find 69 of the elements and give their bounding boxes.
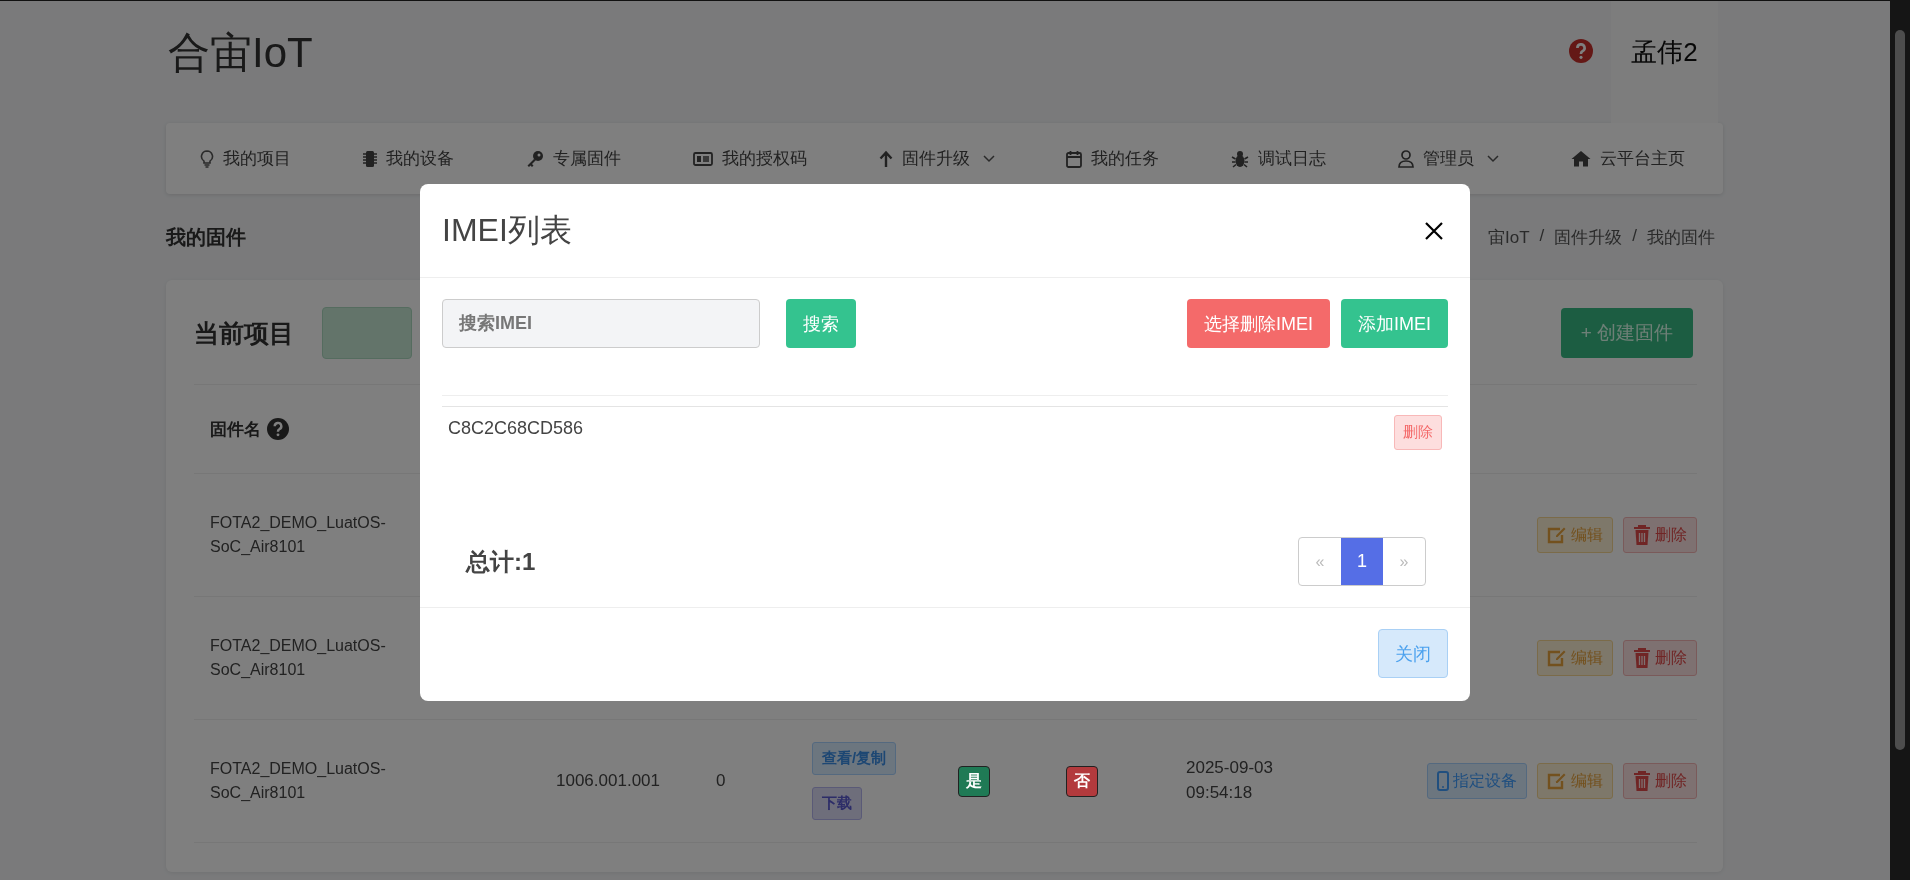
edit-icon bbox=[1547, 772, 1567, 790]
page-button[interactable]: 1 bbox=[1341, 538, 1383, 585]
id-card-icon bbox=[692, 150, 713, 167]
firmware-name: FOTA2_DEMO_LuatOS-SoC_Air8101 bbox=[209, 513, 387, 557]
edit-icon bbox=[1547, 649, 1567, 667]
nav-item[interactable]: 我的设备 bbox=[362, 147, 454, 170]
status-badge: 否 bbox=[1066, 765, 1098, 797]
nav-item[interactable]: 固件升级 bbox=[878, 147, 995, 170]
previous-page-button[interactable]: « bbox=[1299, 538, 1341, 585]
breadcrumb-link[interactable]: 我的固件 bbox=[1647, 225, 1715, 249]
modal-title: IMEI列表 bbox=[442, 210, 572, 250]
nav-item[interactable]: 我的任务 bbox=[1066, 147, 1160, 170]
site-logo[interactable]: 合宙IoT bbox=[168, 25, 313, 99]
total-count: 总计:1 bbox=[466, 546, 536, 577]
edit-button[interactable]: 编辑 bbox=[1537, 640, 1613, 676]
lightbulb-icon bbox=[200, 149, 214, 168]
count-text: 0 bbox=[715, 771, 727, 791]
delete-selected-button[interactable]: 选择删除IMEI bbox=[1186, 299, 1330, 348]
breadcrumb-link[interactable]: 固件升级 bbox=[1554, 225, 1623, 249]
user-icon bbox=[1398, 149, 1415, 168]
home-icon bbox=[1571, 150, 1591, 167]
key-icon bbox=[525, 149, 544, 168]
next-page-button[interactable]: » bbox=[1383, 538, 1425, 585]
chip-icon bbox=[362, 149, 377, 168]
arrow-up-icon bbox=[878, 149, 893, 168]
download-button[interactable]: 下载 bbox=[812, 787, 862, 820]
status-badge: 是 bbox=[958, 765, 990, 797]
search-field[interactable]: 搜索IMEI bbox=[442, 299, 760, 348]
add-imei-button[interactable]: 添加IMEI bbox=[1341, 299, 1448, 348]
breadcrumb-link[interactable]: 宙IoT bbox=[1487, 225, 1530, 249]
calendar-icon bbox=[1066, 149, 1083, 168]
bug-icon bbox=[1231, 149, 1250, 168]
view-button[interactable]: 查看/复制 bbox=[812, 742, 897, 775]
imei-text: C8C2C68CD586 bbox=[448, 418, 584, 439]
phone-icon bbox=[1437, 771, 1449, 791]
create-firmware-button[interactable]: + 创建固件 bbox=[1560, 308, 1693, 358]
scrollbar-thumb[interactable] bbox=[1895, 30, 1905, 750]
trash-icon bbox=[1633, 525, 1651, 545]
help-icon[interactable] bbox=[267, 418, 289, 440]
close-modal-button[interactable]: 关闭 bbox=[1378, 629, 1448, 678]
firmware-name: FOTA2_DEMO_LuatOS-SoC_Air8101 bbox=[209, 636, 387, 680]
edit-button[interactable]: 编辑 bbox=[1537, 763, 1613, 799]
trash-icon bbox=[1633, 771, 1651, 791]
breadcrumb-separator: / bbox=[1539, 225, 1545, 247]
delete-button[interactable]: 删除 bbox=[1623, 517, 1697, 553]
firmware-name: FOTA2_DEMO_LuatOS-SoC_Air8101 bbox=[209, 759, 387, 803]
delete-button[interactable]: 删除 bbox=[1623, 640, 1697, 676]
nav-item[interactable]: 我的项目 bbox=[200, 147, 291, 170]
user-name: 孟伟2 bbox=[1631, 36, 1698, 69]
help-icon[interactable] bbox=[1569, 39, 1593, 63]
delete-button[interactable]: 删除 bbox=[1394, 415, 1442, 450]
nav-item[interactable]: 调试日志 bbox=[1231, 147, 1327, 170]
assign-button[interactable]: 指定设备 bbox=[1427, 763, 1527, 799]
edit-icon bbox=[1547, 526, 1567, 544]
card-title: 当前项目 bbox=[194, 317, 294, 349]
page-title: 我的固件 bbox=[166, 224, 246, 250]
close-icon bbox=[1424, 220, 1444, 241]
nav-item[interactable]: 我的授权码 bbox=[692, 147, 807, 170]
search-button[interactable]: 搜索 bbox=[786, 299, 856, 348]
column-header: 固件名 bbox=[210, 418, 261, 441]
time-text: 2025-09-03 09:54:18 bbox=[1185, 757, 1274, 804]
nav-item[interactable]: 专属固件 bbox=[525, 147, 621, 170]
nav-item[interactable]: 云平台主页 bbox=[1571, 147, 1685, 170]
delete-button[interactable]: 删除 bbox=[1623, 763, 1697, 799]
version-text: 1006.001.001 bbox=[555, 771, 661, 791]
breadcrumb-separator: / bbox=[1632, 225, 1637, 247]
edit-button[interactable]: 编辑 bbox=[1537, 517, 1613, 553]
nav-item[interactable]: 管理员 bbox=[1398, 147, 1500, 170]
trash-icon bbox=[1633, 648, 1651, 668]
